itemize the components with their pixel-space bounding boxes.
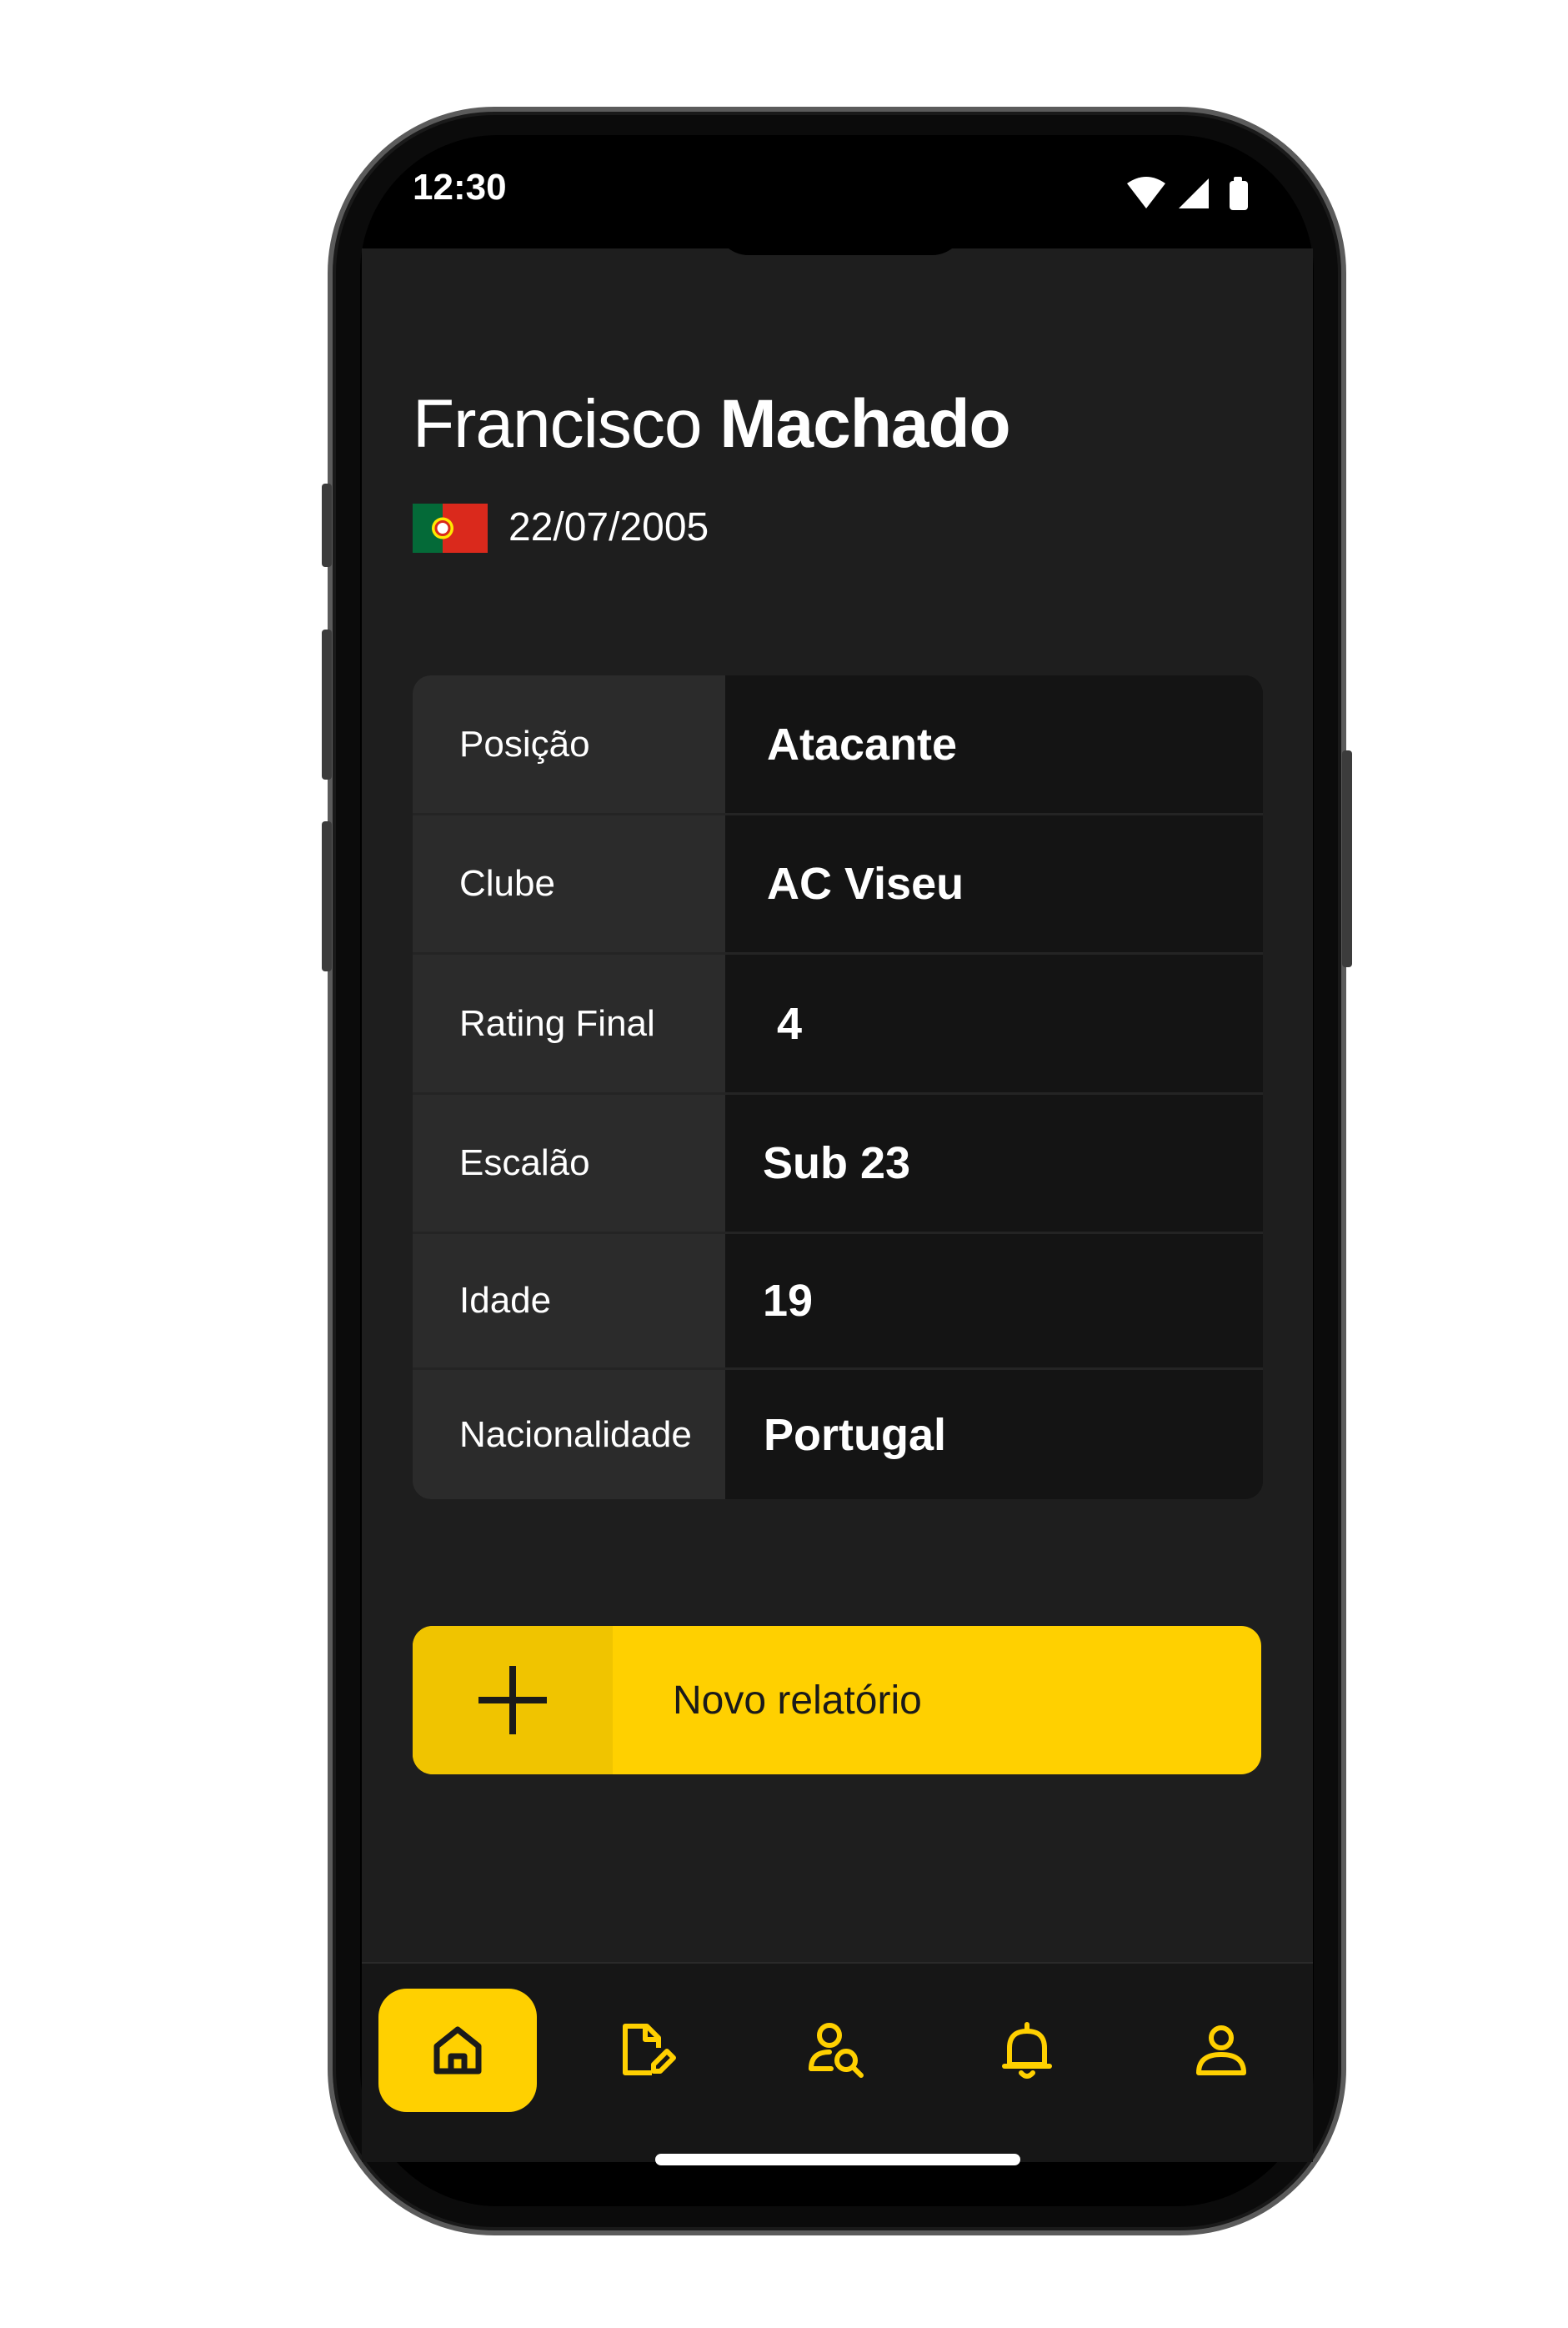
info-value: Portugal — [725, 1370, 1263, 1499]
new-report-label: Novo relatório — [673, 1678, 922, 1723]
info-label: Rating Final — [413, 955, 725, 1092]
info-row-age: Idade 19 — [413, 1234, 1263, 1367]
player-last-name: Machado — [719, 386, 1010, 462]
nav-item-home[interactable] — [378, 1989, 537, 2112]
info-label: Idade — [413, 1234, 725, 1367]
info-value: Atacante — [725, 675, 1263, 813]
nav-item-reports[interactable] — [567, 1989, 725, 2112]
nav-item-profile[interactable] — [1142, 1989, 1300, 2112]
status-time: 12:30 — [413, 167, 507, 208]
power-button — [1342, 750, 1352, 967]
wifi-icon — [1127, 177, 1165, 208]
player-info-table: Posição Atacante Clube AC Viseu Rating F… — [413, 675, 1263, 1499]
nav-item-scouting[interactable] — [757, 1989, 915, 2112]
portugal-flag-icon — [413, 504, 488, 553]
info-label: Posição — [413, 675, 725, 813]
info-row-nationality: Nacionalidade Portugal — [413, 1370, 1263, 1499]
info-row-age-group: Escalão Sub 23 — [413, 1095, 1263, 1232]
bell-icon — [1002, 2022, 1052, 2079]
info-value: AC Viseu — [725, 815, 1263, 952]
mute-switch — [322, 484, 332, 567]
info-row-rating: Rating Final 4 — [413, 955, 1263, 1092]
plus-icon — [413, 1626, 613, 1774]
camera-notch — [715, 218, 965, 255]
player-name: Francisco Machado — [413, 385, 1011, 464]
info-value: 19 — [725, 1234, 1263, 1367]
user-icon — [1196, 2025, 1246, 2075]
search-user-icon — [809, 2023, 864, 2078]
info-label: Nacionalidade — [413, 1370, 725, 1499]
info-row-position: Posição Atacante — [413, 675, 1263, 813]
volume-up-button — [322, 630, 332, 780]
home-icon — [433, 2026, 482, 2075]
info-row-club: Clube AC Viseu — [413, 815, 1263, 952]
info-label: Clube — [413, 815, 725, 952]
home-indicator[interactable] — [655, 2154, 1020, 2165]
edit-document-icon — [623, 2024, 676, 2075]
cellular-signal-icon — [1179, 178, 1209, 208]
info-label: Escalão — [413, 1095, 725, 1232]
info-value: 4 — [725, 955, 1263, 1092]
info-value: Sub 23 — [725, 1095, 1263, 1232]
status-icons — [1125, 175, 1267, 212]
nav-item-notifications[interactable] — [948, 1989, 1106, 2112]
new-report-button[interactable]: Novo relatório — [413, 1626, 1261, 1774]
player-first-name: Francisco — [413, 386, 702, 462]
battery-icon — [1230, 177, 1248, 210]
birth-date: 22/07/2005 — [508, 505, 709, 549]
volume-down-button — [322, 821, 332, 971]
